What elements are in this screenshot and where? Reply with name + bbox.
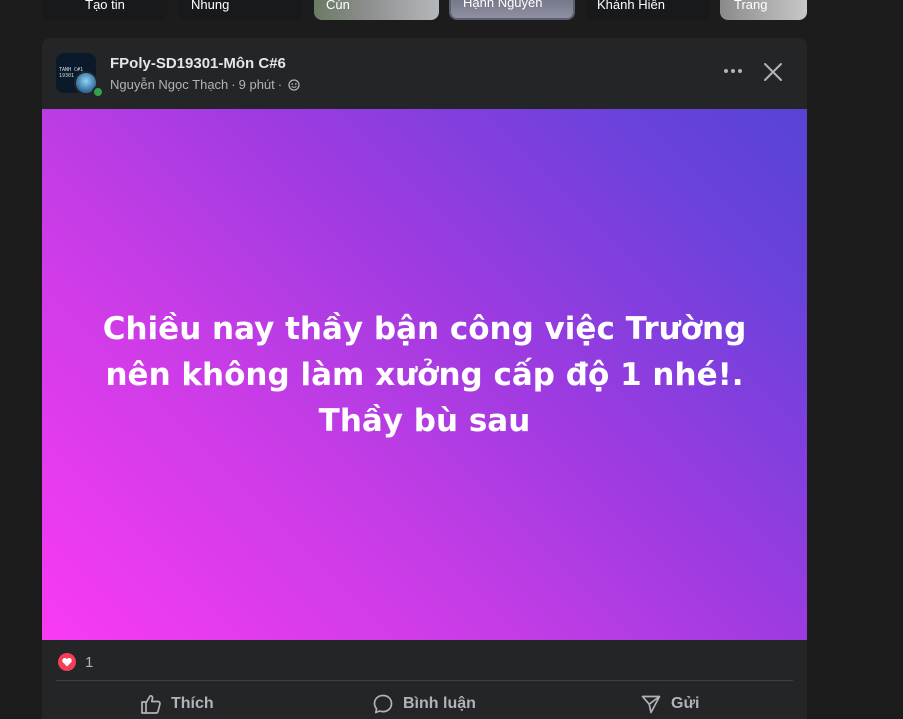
send-icon: [641, 695, 661, 714]
comment-icon: [373, 694, 393, 714]
comment-label: Bình luận: [403, 695, 476, 712]
share-label: Gửi: [671, 695, 700, 712]
post-meta: Nguyễn Ngọc Thạch · 9 phút ·: [110, 77, 300, 93]
story-card[interactable]: Hạnh Nguyễn: [449, 0, 575, 20]
divider: [56, 680, 793, 681]
post-time[interactable]: 9 phút: [239, 77, 275, 93]
post-background: Chiều nay thầy bận công việc Trường nên …: [42, 109, 807, 640]
story-card[interactable]: Khánh Hiền: [585, 0, 710, 20]
story-card[interactable]: Nhung: [179, 0, 303, 20]
meta-separator: ·: [231, 77, 236, 92]
post-card: TANH C#1 19301 FPoly-SD19301-Môn C#6 Ngu…: [42, 38, 807, 719]
group-name[interactable]: FPoly-SD19301-Môn C#6: [110, 55, 286, 73]
stories-strip: Tạo tin Nhung Cún Hạnh Nguyễn Khánh Hiền…: [0, 0, 903, 22]
heart-icon: [58, 653, 76, 671]
story-name: Tạo tin: [85, 0, 125, 12]
post-header: TANH C#1 19301 FPoly-SD19301-Môn C#6 Ngu…: [42, 38, 807, 109]
thumbs-up-icon: [141, 695, 161, 714]
story-name: Khánh Hiền: [597, 0, 665, 12]
author-name[interactable]: Nguyễn Ngọc Thạch: [110, 77, 228, 93]
like-button[interactable]: Thích: [140, 692, 214, 716]
story-name: Trang: [734, 0, 768, 12]
comment-button[interactable]: Bình luận: [372, 692, 476, 716]
story-name: Nhung: [191, 0, 230, 12]
meta-separator: ·: [277, 77, 283, 92]
online-status-dot: [92, 86, 104, 98]
story-create[interactable]: Tạo tin: [42, 0, 168, 20]
close-icon[interactable]: [761, 60, 785, 84]
post-text: Chiều nay thầy bận công việc Trường nên …: [102, 311, 747, 439]
story-card[interactable]: Cún: [314, 0, 439, 20]
story-card[interactable]: Trang: [720, 0, 807, 20]
globe-icon: [288, 79, 300, 91]
story-name: Cún: [326, 0, 350, 12]
reaction-summary[interactable]: 1: [58, 651, 93, 673]
post-actions: Thích Bình luận Gửi: [42, 686, 807, 719]
reaction-count: 1: [85, 653, 94, 671]
story-name: Hạnh Nguyễn: [463, 0, 543, 10]
more-options-icon[interactable]: [720, 58, 746, 84]
share-button[interactable]: Gửi: [640, 692, 699, 716]
like-label: Thích: [171, 695, 214, 712]
